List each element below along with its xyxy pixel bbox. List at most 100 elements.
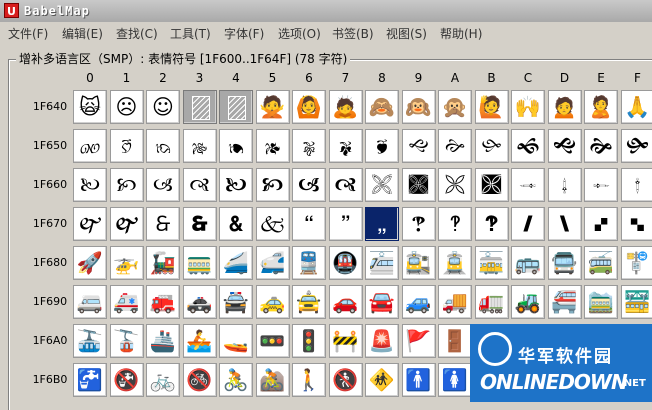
glyph-cell[interactable]: 🙹	[402, 207, 436, 241]
glyph-cell[interactable]: 🙣	[183, 168, 217, 202]
glyph-cell[interactable]: 🙪	[438, 168, 472, 202]
glyph-cell[interactable]: 🚘	[365, 285, 399, 319]
menu-file[interactable]: 文件(F)	[8, 25, 48, 42]
glyph-cell[interactable]: 🚺	[438, 363, 472, 397]
glyph-cell[interactable]: 🙾	[584, 207, 618, 241]
glyph-cell[interactable]: 🚡	[110, 324, 144, 358]
glyph-cell[interactable]	[219, 90, 253, 124]
glyph-cell[interactable]: 🙅	[256, 90, 290, 124]
menu-options[interactable]: 选项(O)	[278, 25, 321, 42]
glyph-cell[interactable]: 🙈	[365, 90, 399, 124]
glyph-cell[interactable]: 🚷	[329, 363, 363, 397]
glyph-cell[interactable]: 🙖	[292, 129, 326, 163]
menu-tools[interactable]: 工具(T)	[170, 25, 211, 42]
glyph-cell[interactable]: 🚅	[256, 246, 290, 280]
glyph-cell[interactable]: 🚱	[110, 363, 144, 397]
glyph-cell[interactable]: 🙵	[256, 207, 290, 241]
glyph-cell[interactable]: 🚲	[146, 363, 180, 397]
glyph-cell[interactable]: 🚔	[219, 285, 253, 319]
glyph-cell[interactable]: 🙒	[146, 129, 180, 163]
menu-view[interactable]: 视图(S)	[386, 25, 427, 42]
glyph-cell[interactable]: 🚑	[110, 285, 144, 319]
glyph-cell[interactable]: 🚄	[219, 246, 253, 280]
glyph-cell[interactable]: 🚉	[402, 246, 436, 280]
glyph-cell[interactable]: 🚚	[438, 285, 472, 319]
menu-edit[interactable]: 编辑(E)	[62, 25, 103, 42]
glyph-cell[interactable]: 🚂	[146, 246, 180, 280]
glyph-cell[interactable]: 🙫	[475, 168, 509, 202]
glyph-cell[interactable]: 🙚	[438, 129, 472, 163]
glyph-cell[interactable]: 🙗	[329, 129, 363, 163]
glyph-cell[interactable]: 🚸	[365, 363, 399, 397]
glyph-cell[interactable]: 🚒	[146, 285, 180, 319]
glyph-cell[interactable]: 🙽	[548, 207, 582, 241]
glyph-cell[interactable]: 🙕	[256, 129, 290, 163]
glyph-cell[interactable]: 🙲	[146, 207, 180, 241]
glyph-cell[interactable]: 🙻	[475, 207, 509, 241]
glyph-cell[interactable]: 🚪	[438, 324, 472, 358]
glyph-cell[interactable]: 🙼	[511, 207, 545, 241]
glyph-cell[interactable]: 🙦	[292, 168, 326, 202]
glyph-cell[interactable]: 🚁	[110, 246, 144, 280]
glyph-cell[interactable]: ☹	[110, 90, 144, 124]
glyph-cell[interactable]: 🙤	[219, 168, 253, 202]
glyph-cell[interactable]: 🙑	[110, 129, 144, 163]
glyph-cell[interactable]: 🙔	[219, 129, 253, 163]
glyph-cell[interactable]: 🚦	[292, 324, 326, 358]
glyph-cell[interactable]: 🚃	[183, 246, 217, 280]
glyph-cell[interactable]: 🚤	[219, 324, 253, 358]
glyph-cell[interactable]: 🙍	[548, 90, 582, 124]
glyph-cell[interactable]: ☺	[146, 90, 180, 124]
glyph-cell[interactable]: 🙞	[584, 129, 618, 163]
menu-bookmark[interactable]: 书签(B)	[332, 25, 374, 42]
glyph-cell[interactable]: 🚗	[329, 285, 363, 319]
glyph-cell[interactable]: 🚓	[183, 285, 217, 319]
glyph-cell[interactable]: 🙇	[329, 90, 363, 124]
glyph-cell[interactable]: 🚌	[511, 246, 545, 280]
glyph-cell[interactable]: 🙏	[621, 90, 652, 124]
glyph-cell[interactable]: 🚞	[584, 285, 618, 319]
glyph-cell[interactable]: 🙉	[402, 90, 436, 124]
glyph-cell[interactable]: 🙎	[584, 90, 618, 124]
glyph-cell[interactable]: 🙶	[292, 207, 326, 241]
glyph-cell[interactable]: 🚛	[475, 285, 509, 319]
glyph-cell[interactable]: 🙴	[219, 207, 253, 241]
menu-font[interactable]: 字体(F)	[224, 25, 264, 42]
glyph-cell[interactable]: 🚙	[402, 285, 436, 319]
glyph-cell[interactable]: 🚨	[365, 324, 399, 358]
glyph-cell[interactable]: 🚎	[584, 246, 618, 280]
glyph-cell[interactable]: 🚹	[402, 363, 436, 397]
glyph-cell[interactable]: 🙬	[511, 168, 545, 202]
glyph-cell[interactable]: 🙷	[329, 207, 363, 241]
glyph-cell[interactable]: 🙜	[511, 129, 545, 163]
glyph-cell[interactable]: 🙆	[292, 90, 326, 124]
glyph-cell[interactable]: 🙸	[365, 207, 399, 241]
glyph-cell[interactable]: 🚣	[183, 324, 217, 358]
glyph-cell[interactable]: 🚟	[621, 285, 652, 319]
glyph-cell[interactable]: 🙭	[548, 168, 582, 202]
glyph-cell[interactable]: 🚰	[73, 363, 107, 397]
glyph-cell[interactable]: 🙳	[183, 207, 217, 241]
glyph-cell[interactable]: 🙝	[548, 129, 582, 163]
glyph-cell[interactable]: 🙟	[621, 129, 652, 163]
glyph-cell[interactable]: 🚥	[256, 324, 290, 358]
glyph-cell[interactable]: 🙰	[73, 207, 107, 241]
glyph-cell[interactable]: 🚴	[219, 363, 253, 397]
glyph-cell[interactable]: 🙱	[110, 207, 144, 241]
glyph-cell[interactable]: 🚳	[183, 363, 217, 397]
glyph-cell[interactable]: 🙡	[110, 168, 144, 202]
glyph-cell[interactable]: 🚜	[511, 285, 545, 319]
glyph-cell[interactable]: 🚆	[292, 246, 326, 280]
glyph-cell[interactable]: 🚩	[402, 324, 436, 358]
glyph-cell[interactable]: 🙥	[256, 168, 290, 202]
glyph-cell[interactable]: 🚶	[292, 363, 326, 397]
glyph-cell[interactable]: 🚵	[256, 363, 290, 397]
menu-help[interactable]: 帮助(H)	[440, 25, 482, 42]
glyph-cell[interactable]: 🚠	[73, 324, 107, 358]
glyph-cell[interactable]: 🙀	[73, 90, 107, 124]
glyph-cell[interactable]: 🚊	[438, 246, 472, 280]
glyph-cell[interactable]: 🙙	[402, 129, 436, 163]
glyph-cell[interactable]: 🙐	[73, 129, 107, 163]
glyph-cell[interactable]: 🚀	[73, 246, 107, 280]
glyph-cell[interactable]: 🚢	[146, 324, 180, 358]
